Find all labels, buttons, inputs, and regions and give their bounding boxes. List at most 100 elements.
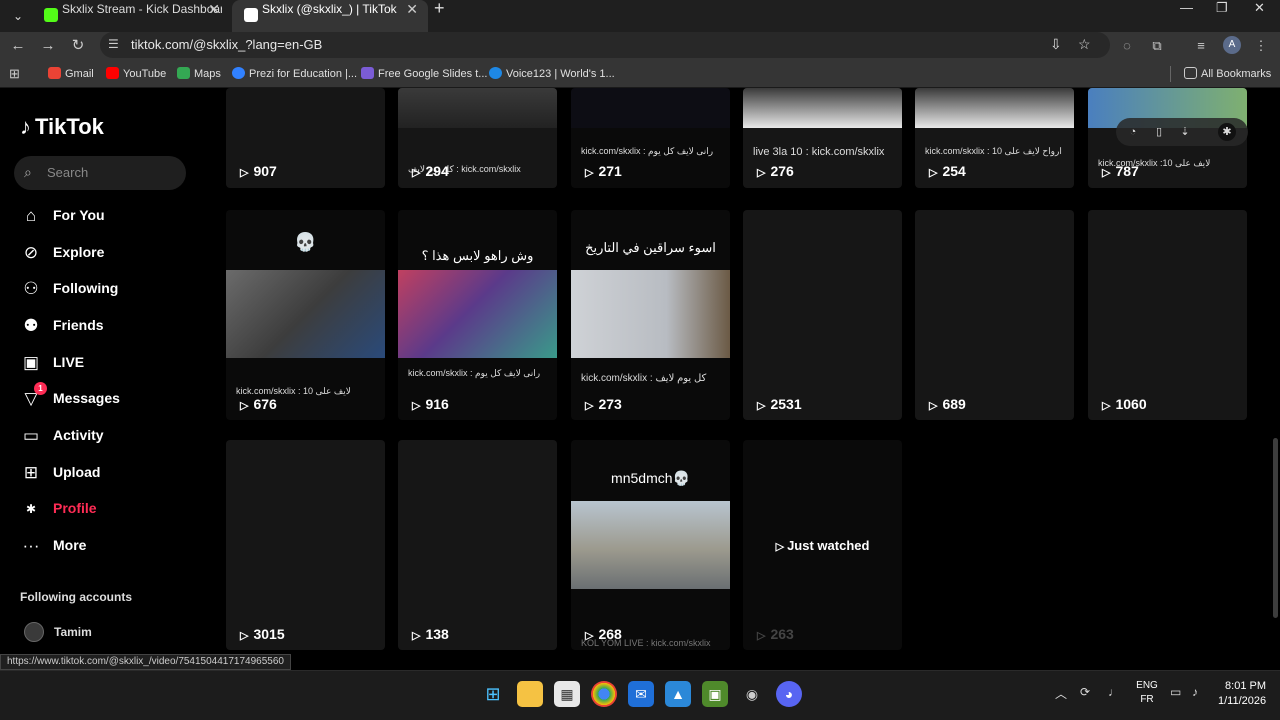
chrome-icon[interactable] [591,681,617,707]
profile-avatar[interactable]: A [1223,36,1241,54]
video-card[interactable]: ▷ 689 [915,210,1074,420]
view-count: ▷ 271 [585,163,622,179]
discord-icon[interactable]: ◕ [776,681,802,707]
view-count: ▷ 2531 [757,396,802,412]
video-card[interactable]: وش راهو لابس هذا ؟ kick.com/skxlix : ران… [398,210,557,420]
person-plus-icon: ⚇ [23,279,39,298]
video-overlay-title: 💀 [294,232,317,252]
site-settings-icon[interactable]: ☰ [108,37,119,51]
bookmark-gmail[interactable]: Gmail [48,67,94,80]
mail-icon[interactable]: ✉ [628,681,654,707]
volume-icon[interactable]: ♪ [1192,685,1198,699]
sync-icon[interactable]: ⟳ [1080,685,1090,699]
microphone-icon[interactable]: ♩ [1108,685,1120,699]
minimize-button[interactable]: — [1180,0,1193,16]
address-bar[interactable]: ☰ tiktok.com/@skxlix_?lang=en-GB ⇩ ☆ [100,32,1110,58]
tab-search-button[interactable]: ⌄ [6,4,30,28]
nav-friends[interactable]: ⚉ Friends [20,313,200,339]
scrollbar-thumb[interactable] [1273,438,1278,618]
bookmark-voice123[interactable]: Voice123 | World's 1... [489,67,615,80]
nav-for-you[interactable]: ⌂ For You [20,203,200,229]
language-indicator[interactable]: ENG FR [1136,679,1158,707]
video-card[interactable]: ▷ 907 [226,88,385,188]
video-card[interactable]: 💀 kick.com/skxlix : لايف على 10 ▷ 676 [226,210,385,420]
home-icon: ⌂ [25,206,37,225]
nav-profile[interactable]: ✱ Profile [20,496,200,522]
close-tab-icon[interactable]: ✕ [406,1,418,17]
apps-grid-icon[interactable]: ⊞ [9,66,20,82]
nav-upload[interactable]: ⊞ Upload [20,460,200,486]
nav-messages[interactable]: ▽ 1 Messages [20,382,200,412]
bookmark-label: All Bookmarks [1201,68,1272,80]
nav-live[interactable]: ▣ LIVE [20,350,200,376]
browser-menu-icon[interactable]: ⋮ [1250,35,1272,57]
video-card[interactable]: kick.com/skxlix : رانى لايف كل يوم ▷ 271 [571,88,730,188]
view-count: ▷ 273 [585,396,622,412]
play-icon: ▷ [240,400,249,412]
bookmark-youtube[interactable]: YouTube [106,67,166,80]
video-card[interactable]: mn5dmch💀 ▷ 268 KOL YOM LIVE : kick.com/sk… [571,440,730,650]
bookmark-label: Maps [194,68,221,80]
language-top: ENG [1136,680,1158,691]
new-tab-button[interactable]: + [434,0,445,17]
tab-tiktok-profile[interactable]: Skxlix (@skxlix_) | TikTok ✕ [232,0,428,32]
tiktok-logo-icon[interactable]: ◔ [1124,123,1142,141]
video-caption: live 3la 10 : kick.com/skxlix [753,146,885,158]
phone-icon[interactable]: ▯ [1150,123,1168,141]
video-card[interactable]: ▷ 138 [398,440,557,650]
status-bar-link: https://www.tiktok.com/@skxlix_/video/75… [0,654,291,670]
store-icon[interactable]: ▦ [554,681,580,707]
video-card[interactable]: ▷ 2531 [743,210,902,420]
nav-more[interactable]: ··· More [20,533,200,559]
system-clock[interactable]: 8:01 PM 1/11/2026 [1218,679,1266,709]
back-button[interactable]: ← [6,34,30,58]
bookmark-prezi[interactable]: Prezi for Education |... [232,67,357,80]
restore-button[interactable]: ❐ [1216,0,1228,16]
view-count: ▷ 294 [412,163,449,179]
play-icon: ▷ [757,167,766,179]
play-icon: ▷ [929,167,938,179]
minecraft-icon[interactable]: ▣ [702,681,728,707]
all-bookmarks-button[interactable]: All Bookmarks [1184,67,1271,80]
account-avatar-icon[interactable]: ✱ [1218,123,1236,141]
extension-loader-icon[interactable]: ◌ [1116,35,1138,57]
video-card[interactable]: كل يوم لايف : kick.com/skxlix ▷ 294 [398,88,557,188]
url-text[interactable]: tiktok.com/@skxlix_?lang=en-GB [131,37,322,52]
nav-following[interactable]: ⚇ Following [20,276,200,302]
forward-button[interactable]: → [36,34,60,58]
video-card[interactable]: ▷ 1060 [1088,210,1247,420]
maps-icon [177,67,190,79]
photos-icon[interactable]: ▲ [665,681,691,707]
video-card[interactable]: kick.com/skxlix : ارواح لايف على 10 ▷ 254 [915,88,1074,188]
close-window-button[interactable]: ✕ [1254,0,1265,16]
file-explorer-icon[interactable] [517,681,543,707]
download-icon[interactable]: ⇣ [1176,123,1194,141]
windows-start-icon[interactable]: ⊞ [480,681,506,707]
obs-icon[interactable]: ◉ [739,681,765,707]
nav-label: Activity [53,427,104,443]
bookmark-google-slides[interactable]: Free Google Slides t... [361,67,487,80]
following-account-item[interactable]: Tamim [20,620,180,644]
media-controls-icon[interactable]: ≡ [1190,35,1212,57]
nav-label: Messages [53,390,120,406]
network-icon[interactable]: ▭ [1170,685,1181,699]
logo-text: TikTok [35,114,104,139]
nav-activity[interactable]: ▭ Activity [20,423,200,449]
video-card[interactable]: ▷ 3015 [226,440,385,650]
bookmark-star-icon[interactable]: ☆ [1078,36,1091,53]
video-card[interactable]: اسوء سراقين في التاريخ kick.com/skxlix :… [571,210,730,420]
nav-explore[interactable]: ⊘ Explore [20,240,200,266]
video-card[interactable]: live 3la 10 : kick.com/skxlix ▷ 276 [743,88,902,188]
reload-button[interactable]: ↻ [66,34,90,58]
close-tab-icon[interactable]: ✕ [208,1,220,17]
tiktok-logo[interactable]: ♪ TikTok [20,114,104,140]
bookmark-maps[interactable]: Maps [177,67,221,80]
video-card-just-watched[interactable]: ▷ Just watched ▷ 263 [743,440,902,650]
install-app-icon[interactable]: ⇩ [1050,36,1062,53]
search-input[interactable]: ⌕ Search [14,156,186,190]
extensions-puzzle-icon[interactable]: ⧉ [1146,35,1168,57]
account-name: Tamim [54,625,92,639]
tab-kick-dashboard[interactable]: Skxlix Stream - Kick Dashboard ✕ [32,0,230,32]
show-hidden-icons-chevron-icon[interactable]: ︿ [1055,685,1067,702]
view-count: ▷ 1060 [1102,396,1147,412]
